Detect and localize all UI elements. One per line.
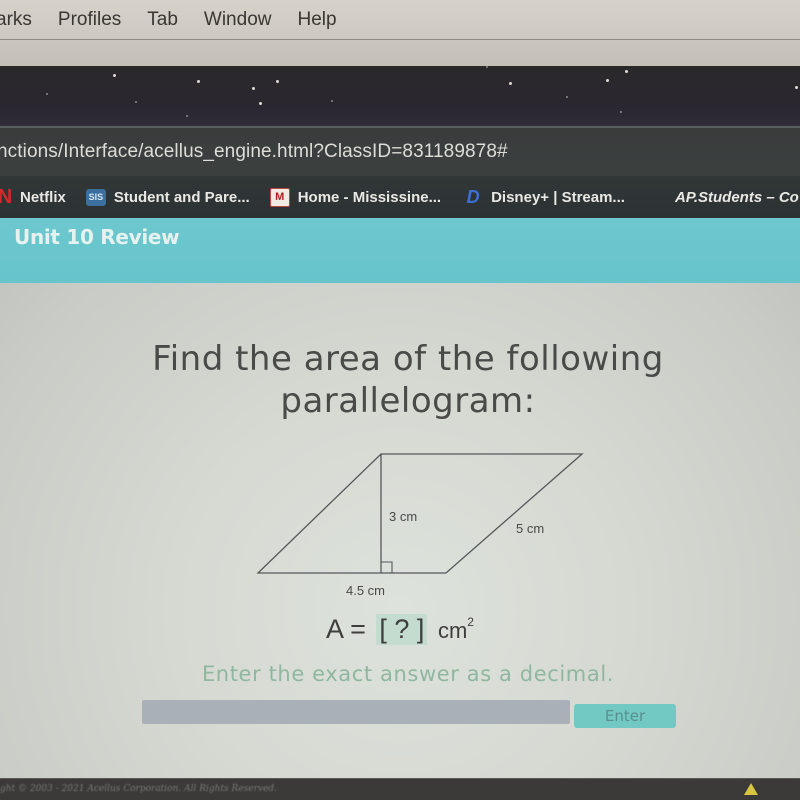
theme-star [259,102,262,105]
netflix-icon: N [0,185,13,208]
bookmark-sis[interactable]: SIS Student and Pare... [85,188,250,206]
unit-text: cm [437,618,468,643]
unit-title: Unit 10 Review [14,225,180,249]
bookmark-netflix[interactable]: N Netflix [0,186,66,209]
question-line-2: parallelogram: [280,381,536,421]
bookmark-label: Disney+ | Stream... [491,188,625,206]
os-menu-bar: arks Profiles Tab Window Help [0,0,800,40]
theme-star [197,80,200,83]
tab-strip-theme [0,66,800,126]
acellus-content: Unit 10 Review Find the area of the foll… [0,218,800,778]
theme-star [509,82,512,85]
menu-tab[interactable]: Tab [147,9,178,31]
parallelogram-figure: 3 cm 5 cm 4.5 cm [240,440,600,610]
address-bar[interactable]: nctions/Interface/acellus_engine.html?Cl… [0,126,800,176]
height-label: 3 cm [389,509,417,524]
unit-header: Unit 10 Review [0,218,800,283]
bookmark-label: Student and Pare... [113,188,250,206]
theme-star [486,66,488,68]
enter-button[interactable]: Enter [574,704,676,728]
unit-exponent: 2 [467,615,474,629]
theme-star [113,74,116,77]
answer-input[interactable] [142,700,570,724]
formula-lhs: A [326,614,343,644]
theme-star [276,80,279,83]
bookmark-disney[interactable]: D Disney+ | Stream... [463,187,625,208]
theme-star [606,79,609,82]
theme-star [135,101,137,103]
right-angle-marker [381,561,393,573]
menu-window[interactable]: Window [204,9,272,31]
bookmark-label: AP.Students – Co [674,188,799,206]
theme-star [566,96,568,98]
copyright-text: ght © 2003 - 2021 Acellus Corporation. A… [0,784,277,794]
bookmark-label: Home - Mississine... [297,188,442,206]
instruction-text: Enter the exact answer as a decimal. [201,662,615,686]
theme-star [252,87,255,90]
question-text: Find the area of the following parallelo… [0,338,800,422]
menu-profiles[interactable]: Profiles [58,9,121,31]
bookmark-label: Netflix [20,188,66,206]
theme-star [331,100,333,102]
window-chrome [0,40,800,66]
area-formula: A = [ ? ] cm2 [0,614,800,645]
theme-star [795,86,798,89]
warning-icon [744,783,758,795]
bookmarks-bar: N Netflix SIS Student and Pare... M Home… [0,176,800,218]
theme-star [620,111,622,113]
formula-unit: cm2 [437,615,474,643]
disney-icon: D [466,186,480,207]
parallelogram-diagram: 3 cm 5 cm 4.5 cm [256,453,584,598]
menu-bookmarks[interactable]: arks [0,9,32,31]
question-line-1: Find the area of the following [152,339,664,379]
sis-icon: SIS [85,188,106,206]
answer-blank: [ ? ] [376,614,428,645]
theme-star [186,115,188,117]
theme-star [46,93,48,95]
footer: ght © 2003 - 2021 Acellus Corporation. A… [0,778,800,800]
bookmark-mississinewa[interactable]: M Home - Mississine... [269,187,442,207]
formula-equals: = [350,614,366,644]
parallelogram-shape [256,453,584,574]
base-label: 4.5 cm [346,583,385,598]
mississinewa-icon: M [269,187,290,207]
theme-star [625,70,628,73]
url-text[interactable]: nctions/Interface/acellus_engine.html?Cl… [0,141,508,163]
menu-help[interactable]: Help [297,9,336,31]
bookmark-ap-students[interactable]: AP.Students – Co [675,189,799,206]
side-label: 5 cm [516,521,544,536]
